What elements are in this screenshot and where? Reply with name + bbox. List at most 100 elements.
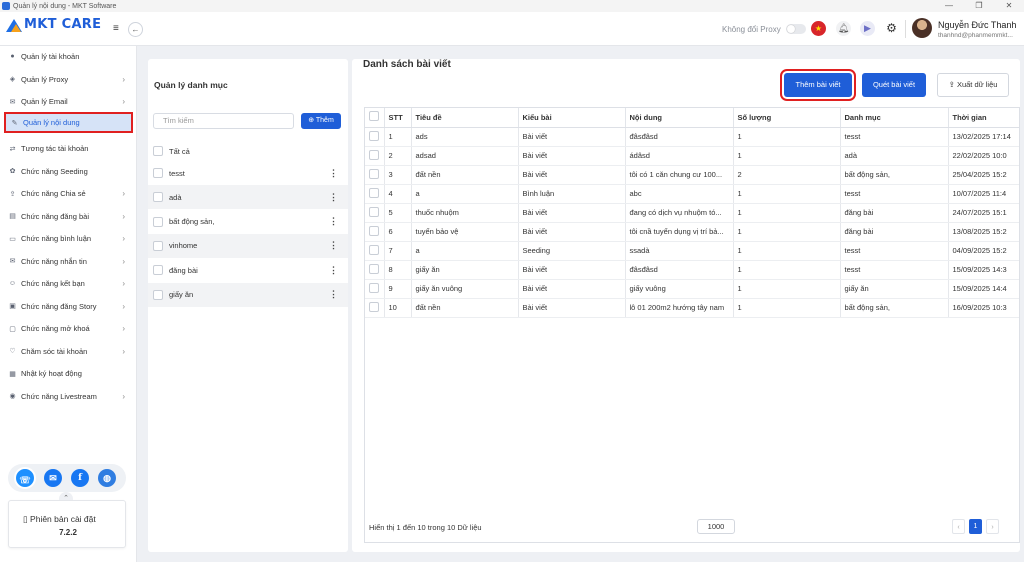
sidebar-item-content[interactable]: ✎ Quản lý nội dung	[4, 112, 133, 133]
table-row[interactable]: 1 ads Bài viết đâsđâsd 1 tesst 13/02/2025 17:1…	[365, 127, 1019, 147]
category-row[interactable]: đăng bài ⋮	[148, 258, 348, 282]
sidebar-item-post[interactable]: ▤ Chức năng đăng bài ›	[4, 206, 133, 227]
table-row[interactable]: 8 giấy ăn Bài viết đâsđâsd 1 tesst 15/09/2025 …	[365, 260, 1019, 280]
sidebar-item-share[interactable]: ⇪ Chức năng Chia sẻ ›	[4, 183, 133, 204]
column-header[interactable]: Nội dung	[625, 108, 734, 128]
sidebar-item-label: Tương tác tài khoản	[21, 144, 89, 153]
more-options-icon[interactable]: ⋮	[329, 240, 338, 251]
table-row[interactable]: 2 adsad Bài viết ádâsd 1 adà 22/02/2025 10:0	[365, 146, 1019, 166]
table-row[interactable]: 10 đất nền Bài viết lô 01 200m2 hướng tây n…	[365, 298, 1019, 318]
row-checkbox[interactable]	[369, 168, 379, 179]
sidebar-item-message[interactable]: ✉ Chức năng nhắn tin ›	[4, 251, 133, 272]
more-options-icon[interactable]: ⋮	[329, 168, 338, 179]
category-row[interactable]: giấy ăn ⋮	[148, 282, 348, 307]
category-checkbox[interactable]	[153, 265, 163, 276]
support-chat-icon[interactable]: ☏	[14, 467, 36, 489]
proxy-label: Không đổi Proxy	[722, 24, 781, 34]
row-checkbox[interactable]	[369, 187, 379, 198]
category-all-row[interactable]: Tất cả	[148, 139, 348, 163]
prev-page-button[interactable]: ‹	[952, 519, 965, 534]
sidebar-item-comment[interactable]: ▭ Chức năng bình luận ›	[4, 228, 133, 249]
table-row[interactable]: 7 a Seeding ssadà 1 tesst 04/09/2025 15:2	[365, 241, 1019, 261]
sidebar-item-care[interactable]: ♡ Chăm sóc tài khoản ›	[4, 341, 133, 362]
select-all-checkbox[interactable]	[369, 111, 379, 122]
add-post-button[interactable]: Thêm bài viết	[780, 69, 856, 101]
column-header[interactable]: Tiêu đề	[411, 108, 519, 128]
row-checkbox[interactable]	[369, 263, 379, 274]
table-cell: a	[411, 184, 519, 204]
column-header[interactable]: STT	[384, 108, 412, 128]
export-data-button[interactable]: ⇪ Xuất dữ liệu	[937, 73, 1009, 97]
play-icon[interactable]: ▶	[860, 21, 875, 36]
row-checkbox[interactable]	[369, 301, 379, 312]
gear-icon[interactable]: ⚙	[884, 21, 899, 36]
row-checkbox[interactable]	[369, 244, 379, 255]
page-size-select[interactable]: 1000	[697, 519, 735, 534]
menu-icon[interactable]: ≡	[113, 24, 119, 34]
messenger-icon[interactable]: ✉	[44, 469, 62, 487]
table-row[interactable]: 4 a Bình luận abc 1 tesst 10/07/2025 11:4	[365, 184, 1019, 204]
sidebar-item-livestream[interactable]: ◉ Chức năng Livestream ›	[4, 386, 133, 407]
table-cell: tesst	[840, 260, 949, 280]
globe-icon[interactable]: ◍	[98, 469, 116, 487]
category-label: tesst	[169, 168, 185, 178]
more-options-icon[interactable]: ⋮	[329, 192, 338, 203]
more-options-icon[interactable]: ⋮	[329, 265, 338, 276]
row-select-cell	[365, 298, 385, 318]
table-cell: adsad	[411, 146, 519, 166]
more-options-icon[interactable]: ⋮	[329, 289, 338, 300]
category-checkbox[interactable]	[153, 289, 163, 300]
category-checkbox[interactable]	[153, 216, 163, 227]
table-cell: đất nền	[411, 298, 519, 318]
more-options-icon[interactable]: ⋮	[329, 216, 338, 227]
category-checkbox[interactable]	[153, 192, 163, 203]
facebook-icon[interactable]: f	[71, 469, 89, 487]
category-checkbox[interactable]	[153, 240, 163, 251]
sidebar-item-log[interactable]: ▦ Nhật ký hoạt động	[4, 363, 133, 384]
category-all-checkbox[interactable]	[153, 146, 163, 156]
add-category-button[interactable]: ⊕ Thêm	[301, 113, 341, 129]
row-checkbox[interactable]	[369, 206, 379, 217]
sidebar-item-story[interactable]: ▣ Chức năng đăng Story ›	[4, 296, 133, 317]
category-row[interactable]: adà ⋮	[148, 185, 348, 210]
close-button[interactable]: ✕	[994, 0, 1024, 12]
minimize-button[interactable]: —	[934, 0, 964, 12]
column-header[interactable]: Danh mục	[840, 108, 949, 128]
next-page-button[interactable]: ›	[986, 519, 999, 534]
sidebar-item-label: Chức năng Livestream	[21, 391, 97, 401]
row-checkbox[interactable]	[369, 130, 379, 141]
table-row[interactable]: 6 tuyển bảo vệ Bài viết tôi cnầ tuyển dụng …	[365, 222, 1019, 242]
sidebar-item-mail[interactable]: ✉ Quản lý Email ›	[4, 91, 133, 112]
avatar[interactable]	[912, 18, 932, 38]
category-row[interactable]: vinhome ⋮	[148, 233, 348, 258]
sidebar-item-proxy[interactable]: ◈ Quản lý Proxy ›	[4, 69, 133, 90]
current-page-button[interactable]: 1	[969, 519, 982, 534]
bell-icon[interactable]: 🔔︎	[836, 21, 851, 36]
category-row[interactable]: bất động sản, ⋮	[148, 210, 348, 234]
table-row[interactable]: 5 thuốc nhuộm Bài viết đang có dịch vụ nhuộ…	[365, 203, 1019, 223]
livestream-icon: ◉	[9, 393, 16, 400]
column-header[interactable]: Kiểu bài	[518, 108, 626, 128]
vietnam-flag-icon[interactable]: ★	[811, 21, 826, 36]
column-header[interactable]: Số lượng	[733, 108, 841, 128]
category-search-input[interactable]: Tìm kiếm	[153, 113, 294, 129]
sidebar-item-unlock[interactable]: ▢ Chức năng mở khoá ›	[4, 318, 133, 339]
category-row[interactable]: tesst ⋮	[148, 161, 348, 185]
row-checkbox[interactable]	[369, 282, 379, 293]
proxy-toggle[interactable]	[785, 24, 806, 34]
row-checkbox[interactable]	[369, 225, 379, 236]
sidebar-item-seeding[interactable]: ✿ Chức năng Seeding	[4, 161, 133, 182]
row-select-cell	[365, 279, 385, 299]
sidebar-item-interact[interactable]: ⇄ Tương tác tài khoản	[4, 138, 133, 159]
sidebar-item-user[interactable]: ● Quản lý tài khoản	[4, 46, 133, 67]
table-row[interactable]: 3 đất nền Bài viết tôi có 1 căn chung cư 10…	[365, 165, 1019, 185]
maximize-button[interactable]: ❐	[964, 0, 994, 12]
table-row[interactable]: 9 giấy ăn vuông Bài viết giấy vuông 1 giấy ăn…	[365, 279, 1019, 299]
scan-posts-button[interactable]: Quét bài viết	[862, 73, 926, 97]
category-checkbox[interactable]	[153, 168, 163, 178]
sidebar-item-friend[interactable]: ☺ Chức năng kết bạn ›	[4, 273, 133, 294]
row-checkbox[interactable]	[369, 149, 379, 160]
collapse-sidebar-button[interactable]: ←	[128, 22, 143, 37]
column-header[interactable]: Thời gian	[948, 108, 1019, 128]
user-name[interactable]: Nguyễn Đức Thanh	[938, 20, 1016, 30]
